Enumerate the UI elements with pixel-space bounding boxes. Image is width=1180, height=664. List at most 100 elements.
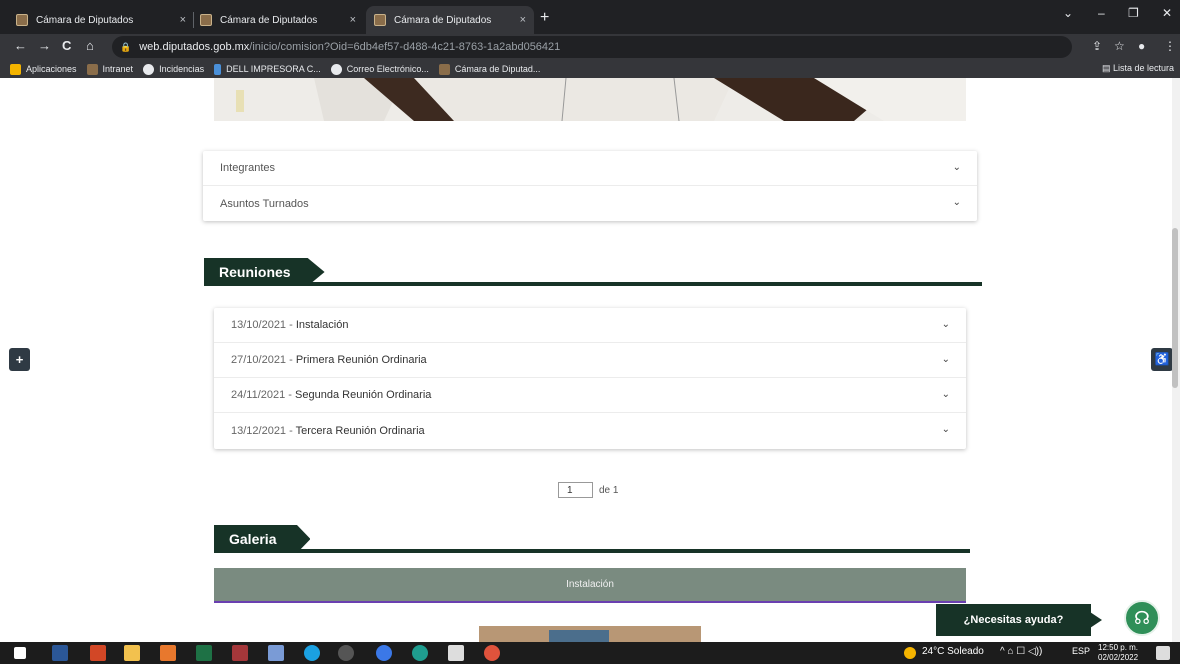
chevron-down-icon[interactable]: ⌄: [942, 389, 950, 400]
bookmark-label: Correo Electrónico...: [346, 64, 429, 74]
bookmark-correo[interactable]: Correo Electrónico...: [330, 63, 429, 75]
home-button[interactable]: ⌂: [86, 38, 94, 53]
windows-taskbar: 24°C Soleado ^ ⌂ ☐ ◁)) ESP 12:50 p. m. 0…: [0, 642, 1180, 664]
back-button[interactable]: ←: [14, 38, 27, 53]
meeting-separator: -: [286, 354, 296, 366]
powerpoint-icon[interactable]: [90, 645, 106, 661]
app-icon[interactable]: [338, 645, 354, 661]
meeting-item[interactable]: 24/11/2021 - Segunda Reunión Ordinaria ⌄: [214, 378, 966, 413]
globe-icon: [143, 63, 155, 75]
browser-tab[interactable]: Cámara de Diputados ×: [192, 6, 364, 34]
meeting-item[interactable]: 13/10/2021 - Instalación ⌄: [214, 308, 966, 343]
meeting-text: 24/11/2021 - Segunda Reunión Ordinaria: [231, 389, 431, 401]
vlc-icon[interactable]: [160, 645, 176, 661]
internet-explorer-icon[interactable]: [304, 645, 320, 661]
close-icon[interactable]: ×: [520, 14, 526, 26]
maximize-button[interactable]: ❐: [1128, 6, 1139, 20]
meeting-date: 27/10/2021: [231, 354, 287, 366]
bookmark-incidencias[interactable]: Incidencias: [143, 63, 204, 75]
close-icon[interactable]: ×: [180, 14, 186, 26]
chrome-icon[interactable]: [484, 645, 500, 661]
meeting-text: 13/10/2021 - Instalación: [231, 319, 348, 331]
site-favicon-icon: [438, 63, 450, 75]
meeting-date: 24/11/2021: [231, 389, 286, 401]
meeting-separator: -: [286, 319, 296, 331]
profile-avatar-icon[interactable]: ●: [1138, 39, 1145, 53]
menu-kebab-icon[interactable]: ⋮: [1164, 39, 1176, 53]
page-number-input[interactable]: [558, 482, 593, 498]
bookmark-star-icon[interactable]: ☆: [1114, 39, 1125, 53]
gallery-album-bar[interactable]: Instalación: [214, 568, 966, 603]
clapperboard-icon[interactable]: [448, 645, 464, 661]
chevron-down-icon[interactable]: ⌄: [942, 424, 950, 435]
site-favicon-icon: [16, 14, 28, 26]
windows-start-icon[interactable]: [14, 647, 26, 659]
meeting-item[interactable]: 13/12/2021 - Tercera Reunión Ordinaria ⌄: [214, 413, 966, 448]
meeting-text: 27/10/2021 - Primera Reunión Ordinaria: [231, 354, 427, 366]
word-icon[interactable]: [52, 645, 68, 661]
gallery-photo[interactable]: [479, 626, 701, 642]
accordion-item-integrantes[interactable]: Integrantes ⌄: [203, 151, 977, 186]
reload-button[interactable]: C: [62, 38, 71, 53]
file-explorer-icon[interactable]: [124, 645, 140, 661]
help-chat-label: ¿Necesitas ayuda?: [963, 614, 1064, 626]
browser-toolbar: ← → C ⌂ 🔒 web.diputados.gob.mx /inicio/c…: [0, 34, 1180, 60]
accordion-item-asuntos-turnados[interactable]: Asuntos Turnados ⌄: [203, 186, 977, 221]
url-host: web.diputados.gob.mx: [139, 41, 250, 53]
page-scrollbar[interactable]: [1172, 78, 1180, 642]
new-tab-button[interactable]: +: [540, 9, 549, 27]
share-icon[interactable]: ⇪: [1092, 39, 1102, 53]
help-assistant-icon[interactable]: ☊: [1124, 600, 1160, 636]
address-bar[interactable]: 🔒 web.diputados.gob.mx /inicio/comision?…: [112, 36, 1072, 58]
close-icon[interactable]: ×: [350, 14, 356, 26]
browser-tab[interactable]: Cámara de Diputados ×: [8, 6, 194, 34]
hero-photo: [214, 78, 966, 121]
expand-sidebar-button[interactable]: +: [9, 348, 30, 371]
browser-tab-strip: Cámara de Diputados × Cámara de Diputado…: [0, 0, 1180, 34]
bookmarks-bar: Aplicaciones Intranet Incidencias DELL I…: [0, 60, 1180, 78]
bookmark-intranet[interactable]: Intranet: [86, 63, 133, 75]
bookmark-label: Cámara de Diputad...: [454, 64, 541, 74]
system-clock[interactable]: 12:50 p. m. 02/02/2022: [1098, 643, 1138, 663]
bookmark-dell-impresora[interactable]: DELL IMPRESORA C...: [214, 63, 321, 75]
tray-icons[interactable]: ^ ⌂ ☐ ◁)): [1000, 646, 1042, 657]
access-icon[interactable]: [232, 645, 248, 661]
eye-app-icon[interactable]: [376, 645, 392, 661]
clock-time: 12:50 p. m.: [1098, 643, 1139, 652]
meetings-pager: de 1: [558, 482, 618, 498]
chevron-down-icon[interactable]: ⌄: [942, 319, 950, 330]
weather-text[interactable]: 24°C Soleado: [922, 646, 984, 657]
tab-title: Cámara de Diputados: [394, 14, 492, 26]
accessibility-icon[interactable]: ♿: [1151, 348, 1173, 371]
excel-icon[interactable]: [196, 645, 212, 661]
meeting-title: Instalación: [295, 319, 349, 331]
scrollbar-thumb[interactable]: [1172, 228, 1178, 388]
clock-date: 02/02/2022: [1098, 653, 1139, 662]
help-arrow: [1090, 612, 1102, 628]
meeting-date: 13/10/2021: [231, 319, 287, 331]
reading-list-button[interactable]: ▤ Lista de lectura: [1102, 63, 1174, 74]
meeting-title: Segunda Reunión Ordinaria: [295, 389, 432, 401]
chevron-down-icon[interactable]: ⌄: [953, 197, 961, 208]
reading-list-label: Lista de lectura: [1112, 63, 1174, 73]
meeting-title: Primera Reunión Ordinaria: [295, 354, 427, 366]
meeting-date: 13/12/2021: [231, 424, 287, 437]
chevron-down-icon[interactable]: ⌄: [942, 354, 950, 365]
window-close-button[interactable]: ✕: [1162, 6, 1172, 20]
tab-search-icon[interactable]: ⌄: [1063, 6, 1073, 20]
help-chat-button[interactable]: ¿Necesitas ayuda?: [936, 604, 1091, 636]
bookmark-apps[interactable]: Aplicaciones: [10, 63, 77, 75]
weather-sun-icon: [904, 647, 916, 659]
edge-icon[interactable]: [412, 645, 428, 661]
bookmark-camara[interactable]: Cámara de Diputad...: [438, 63, 541, 75]
input-language[interactable]: ESP: [1072, 646, 1090, 656]
browser-tab-active[interactable]: Cámara de Diputados ×: [366, 6, 534, 34]
notifications-icon[interactable]: [1156, 646, 1170, 660]
url-path: /inicio/comision?Oid=6db4ef57-d488-4c21-…: [249, 41, 561, 53]
minimize-button[interactable]: –: [1098, 6, 1105, 20]
meeting-item[interactable]: 27/10/2021 - Primera Reunión Ordinaria ⌄: [214, 343, 966, 378]
bookmark-label: DELL IMPRESORA C...: [226, 64, 321, 74]
chevron-down-icon[interactable]: ⌄: [953, 162, 961, 173]
paint-icon[interactable]: [268, 645, 284, 661]
forward-button[interactable]: →: [38, 38, 51, 53]
